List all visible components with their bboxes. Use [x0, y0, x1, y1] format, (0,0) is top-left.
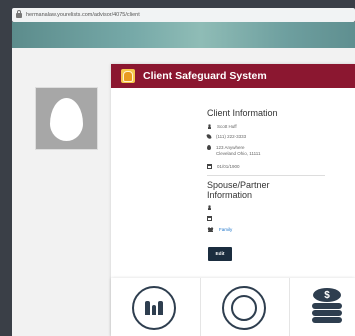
url-text[interactable]: hermanalaw.yourelists.com/advisor/4075/c…: [26, 12, 140, 18]
client-address-row: 123 Anywhere Cleveland Ohio, 11111: [207, 145, 260, 156]
spouse-title-line2: Information: [207, 190, 253, 200]
client-avatar: [35, 87, 98, 150]
dollar-coin-icon: $: [313, 288, 341, 302]
browser-window: hermanalaw.yourelists.com/advisor/4075/c…: [0, 0, 355, 336]
spouse-info-title: Spouse/Partner Information: [207, 180, 270, 200]
safeguard-logo-icon: [121, 69, 135, 83]
family-link[interactable]: Family: [219, 227, 232, 233]
section-divider: [207, 175, 325, 176]
client-dob-row: 01/01/1900: [207, 164, 240, 170]
client-address-line2: Cleveland Ohio, 11111: [216, 150, 261, 156]
client-name: Scott Huff: [217, 124, 237, 129]
card-title: Client Safeguard System: [143, 70, 267, 82]
users-icon: [207, 227, 214, 232]
address-bar[interactable]: hermanalaw.yourelists.com/advisor/4075/c…: [12, 8, 355, 22]
client-phone-row: (111) 222-3333: [206, 133, 247, 140]
spouse-name-row: [207, 205, 217, 210]
calendar-icon: [207, 164, 212, 169]
spouse-title-line1: Spouse/Partner: [207, 180, 270, 190]
lock-icon: [16, 9, 22, 18]
family-row: Family: [207, 227, 232, 233]
avatar-placeholder-icon: [50, 98, 83, 141]
calendar-icon: [207, 216, 212, 221]
client-info-title: Client Information: [207, 108, 278, 118]
spouse-dob-row: [207, 216, 217, 221]
page-viewport: Client Safeguard System Client Informati…: [12, 22, 355, 336]
client-phone: (111) 222-3333: [216, 134, 247, 139]
tile-divider: [289, 278, 290, 336]
people-ring-icon: [231, 295, 257, 321]
coin-icon: [312, 303, 342, 309]
family-figures-icon: [145, 301, 163, 315]
client-dob: 01/01/1900: [217, 164, 240, 169]
edit-button[interactable]: Edit: [208, 247, 232, 261]
user-icon: [207, 205, 212, 210]
people-circle-icon[interactable]: [222, 286, 266, 330]
coin-icon: [312, 310, 342, 316]
user-icon: [207, 124, 212, 129]
card-header: Client Safeguard System: [111, 64, 355, 88]
top-banner: [12, 22, 355, 48]
phone-icon: [206, 133, 212, 140]
tile-divider: [200, 278, 201, 336]
coin-stack-icon[interactable]: $: [312, 288, 342, 323]
coin-icon: [312, 317, 342, 323]
family-house-icon[interactable]: [132, 286, 176, 330]
client-name-row: Scott Huff: [207, 124, 237, 130]
map-pin-icon: [207, 145, 211, 150]
